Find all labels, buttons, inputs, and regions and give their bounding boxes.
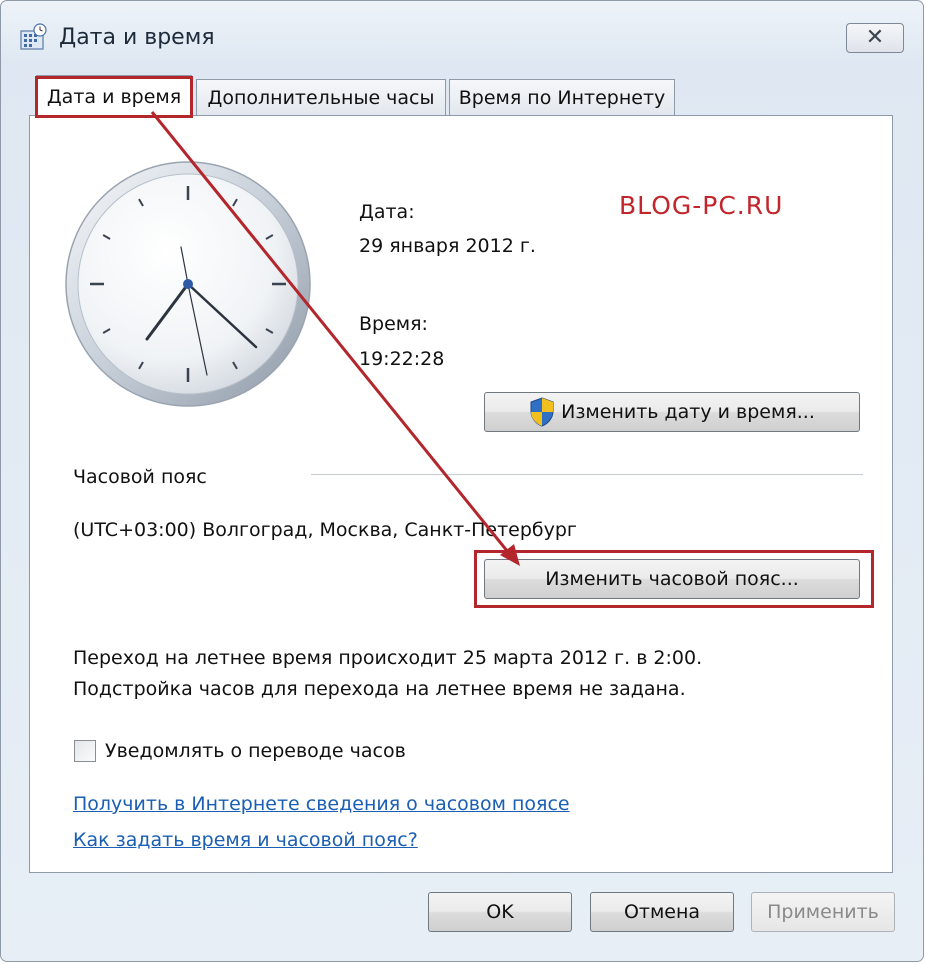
tab-internet-time[interactable]: Время по Интернету xyxy=(449,79,675,115)
tab-highlight-frame xyxy=(35,76,193,118)
button-label: Отмена xyxy=(623,901,701,923)
time-value: 19:22:28 xyxy=(359,348,445,370)
date-label: Дата: xyxy=(359,201,415,223)
watermark-text: BLOG-PC.RU xyxy=(619,191,784,220)
tab-additional-clocks[interactable]: Дополнительные часы xyxy=(196,79,446,115)
date-time-dialog: Дата и время ✕ Дата и время Дополнительн… xyxy=(0,0,924,962)
timezone-highlight-frame xyxy=(474,550,874,608)
timezone-heading: Часовой пояс xyxy=(73,466,207,488)
button-label: OK xyxy=(486,901,514,923)
timezone-value: (UTC+03:00) Волгоград, Москва, Санкт-Пет… xyxy=(73,519,577,541)
apply-button[interactable]: Применить xyxy=(751,892,895,932)
how-to-set-time-link[interactable]: Как задать время и часовой пояс? xyxy=(73,829,418,851)
tab-label: Время по Интернету xyxy=(458,86,666,109)
timezone-info-link[interactable]: Получить в Интернете сведения о часовом … xyxy=(73,793,570,815)
title-bar: Дата и время ✕ xyxy=(1,1,923,75)
dst-info-line-2: Подстройка часов для перехода на летнее … xyxy=(73,678,686,700)
time-label: Время: xyxy=(359,313,428,335)
close-button[interactable]: ✕ xyxy=(846,23,904,53)
dst-info-line-1: Переход на летнее время происходит 25 ма… xyxy=(73,647,703,669)
calendar-clock-icon xyxy=(20,23,47,50)
window-title: Дата и время xyxy=(59,25,215,50)
tab-label: Дополнительные часы xyxy=(207,86,435,109)
section-divider xyxy=(311,474,863,475)
button-label: Изменить дату и время... xyxy=(561,401,815,423)
date-value: 29 января 2012 г. xyxy=(359,235,536,257)
close-icon: ✕ xyxy=(865,25,885,50)
ok-button[interactable]: OK xyxy=(428,892,572,932)
button-label: Применить xyxy=(767,901,879,923)
notify-checkbox[interactable] xyxy=(74,740,96,762)
change-datetime-button[interactable]: Изменить дату и время... xyxy=(484,392,860,432)
analog-clock xyxy=(65,161,311,407)
notify-checkbox-label[interactable]: Уведомлять о переводе часов xyxy=(105,740,406,762)
uac-shield-icon xyxy=(530,397,554,427)
cancel-button[interactable]: Отмена xyxy=(590,892,734,932)
